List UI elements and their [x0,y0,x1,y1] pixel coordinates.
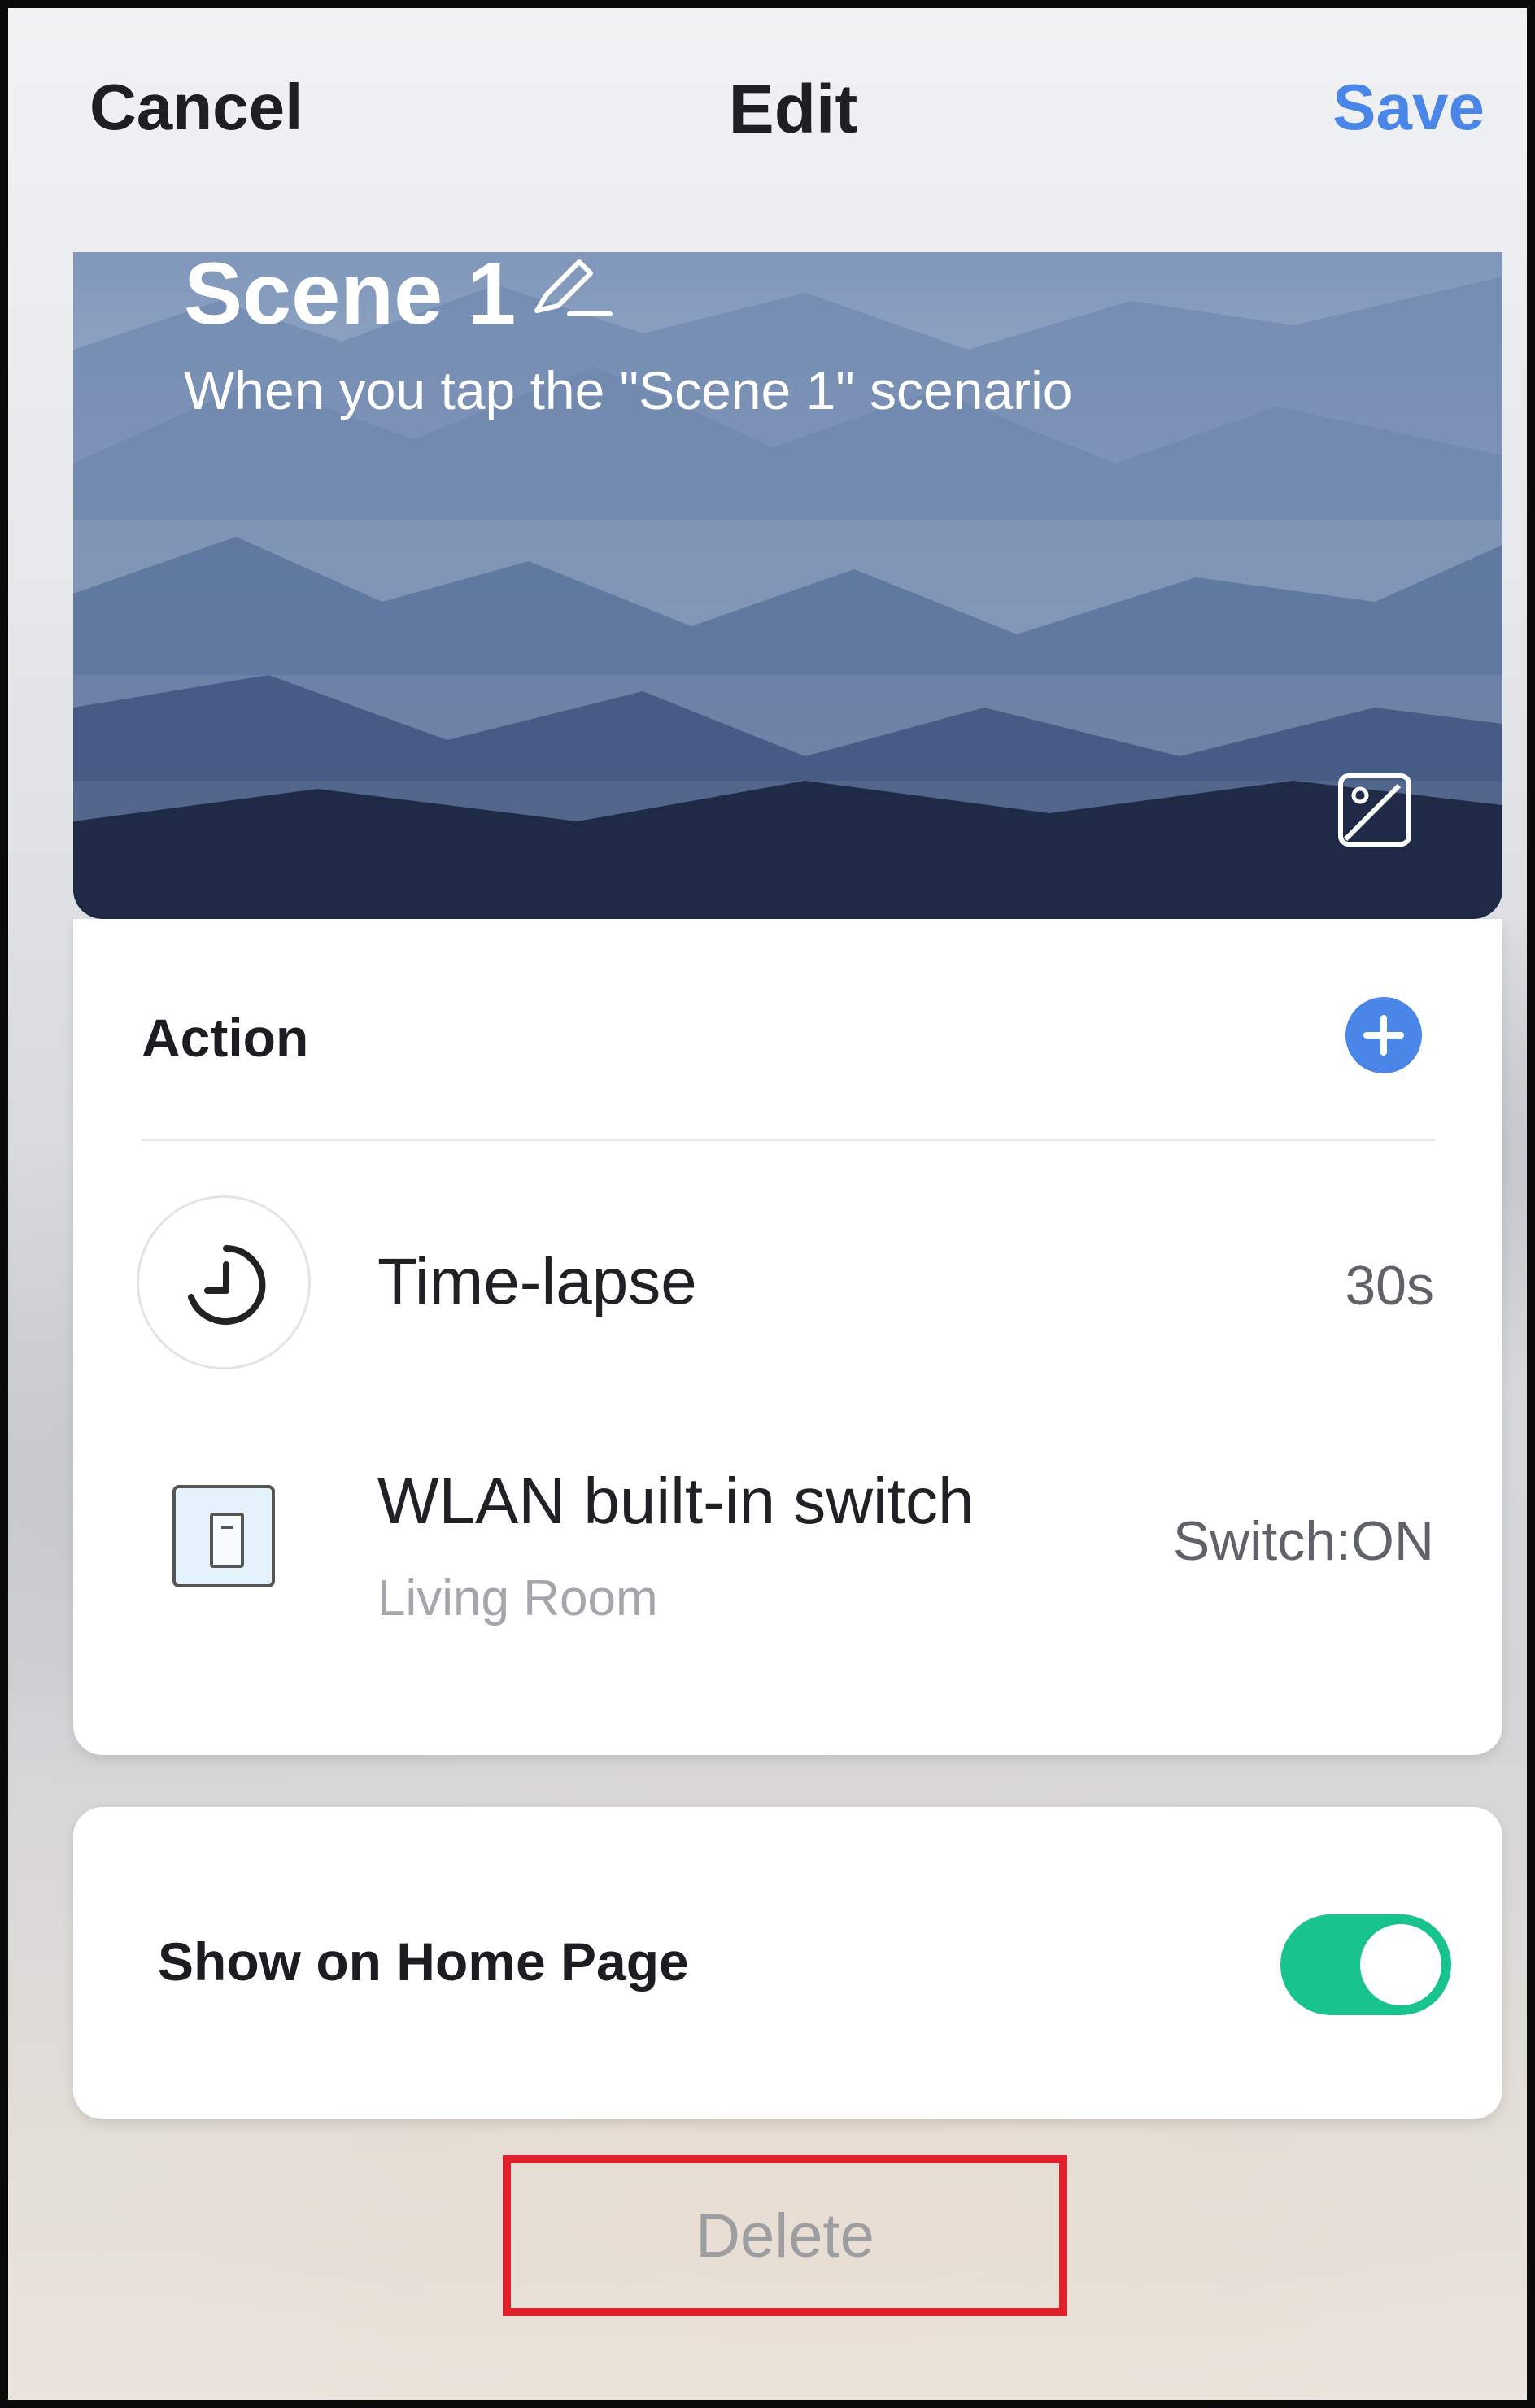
mountain-landscape [73,252,1502,919]
show-on-home-toggle[interactable] [1280,1914,1451,2015]
save-button[interactable]: Save [1332,70,1485,145]
scene-cover-image: Scene 1 When you tap the "Scene 1" scena… [73,252,1502,919]
show-on-home-label: Show on Home Page [158,1931,689,1992]
action-card: Action Time-lapse 30s WLAN built-in swit… [73,919,1502,1755]
action-section-title: Action [142,1008,309,1068]
toggle-knob [1360,1924,1441,2005]
phone-screen: Cancel Edit Save Scene 1 When you tap th… [0,0,1535,2408]
scene-name: Scene 1 [184,252,517,342]
action-row-wlan-switch[interactable]: WLAN built-in switch Living Room Switch:… [73,1448,1502,1716]
pencil-edit-icon[interactable] [529,252,618,322]
action-row-time-lapse[interactable]: Time-lapse 30s [73,1195,1502,1391]
action-value: Switch:ON [1172,1510,1434,1572]
top-bar: Cancel Edit Save [8,8,1527,220]
scene-trigger-description: When you tap the "Scene 1" scenario [184,360,1073,420]
wall-switch-icon [172,1485,275,1587]
home-page-card: Show on Home Page [73,1807,1502,2119]
action-value: 30s [1345,1255,1434,1317]
divider [142,1139,1435,1141]
action-room: Living Room [377,1570,658,1626]
delete-button[interactable]: Delete [511,2163,1059,2308]
action-label: WLAN built-in switch [377,1465,975,1537]
clock-icon [137,1195,311,1369]
change-image-icon[interactable] [1336,771,1414,849]
add-action-button[interactable] [1345,997,1422,1073]
delete-highlight-box: Delete [503,2155,1067,2316]
action-label: Time-lapse [377,1245,697,1317]
page-title: Edit [728,71,858,147]
